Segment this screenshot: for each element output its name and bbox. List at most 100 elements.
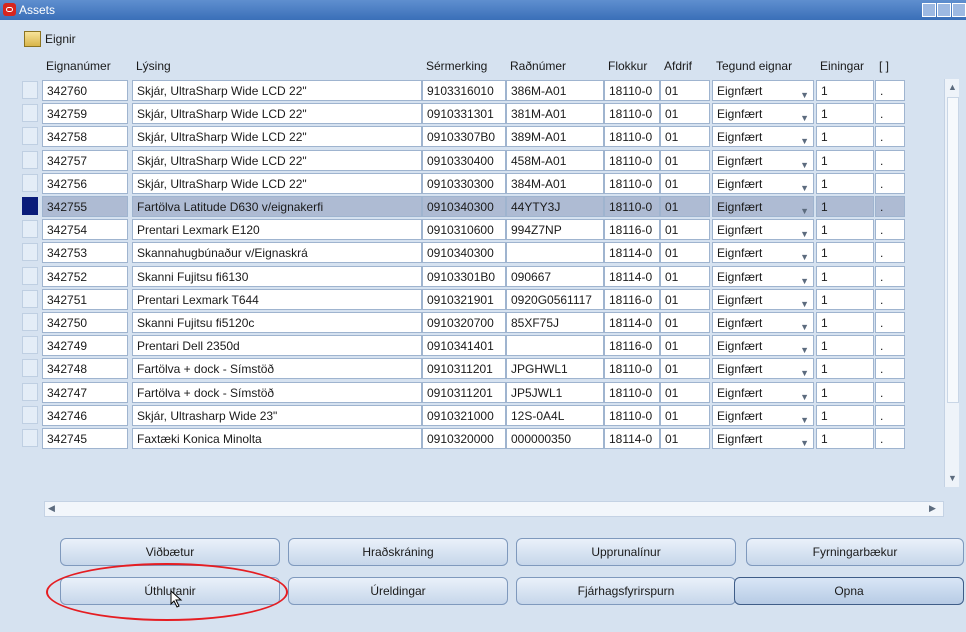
table-row[interactable]: 342747 Fartölva + dock - Símstöð 091031120… <box>22 381 942 404</box>
dropdown-arrow-icon[interactable]: ▼ <box>800 387 809 402</box>
table-row[interactable]: 342746 Skjár, Ultrasharp Wide 23" 09103210… <box>22 404 942 427</box>
quick-entry-button[interactable]: Hraðskráning <box>288 538 508 566</box>
afdrif-cell[interactable]: 01 <box>660 265 710 287</box>
dropdown-arrow-icon[interactable]: ▼ <box>800 108 809 123</box>
description-cell[interactable]: Prentari Dell 2350d <box>132 335 422 357</box>
units-cell[interactable]: 1 <box>816 335 874 357</box>
asset-type-select[interactable]: Eignfært ▼ <box>712 358 814 380</box>
afdrif-cell[interactable]: 01 <box>660 358 710 380</box>
row-selector[interactable] <box>22 197 38 215</box>
description-cell[interactable]: Prentari Lexmark E120 <box>132 219 422 241</box>
folder-icon[interactable] <box>24 31 41 47</box>
row-selector[interactable] <box>22 289 38 308</box>
registration-cell[interactable]: 12S-0A4L <box>506 404 604 426</box>
extra-cell[interactable]: . <box>875 149 905 171</box>
asset-number-cell[interactable]: 342754 <box>42 219 128 241</box>
units-cell[interactable]: 1 <box>816 80 874 101</box>
category-cell[interactable]: 18114-0 <box>604 265 660 287</box>
extra-cell[interactable]: . <box>875 196 905 217</box>
column-header-units[interactable]: Einingar <box>816 55 874 77</box>
asset-type-select[interactable]: Eignfært ▼ <box>712 103 814 125</box>
units-cell[interactable]: 1 <box>816 312 874 333</box>
asset-type-select[interactable]: Eignfært ▼ <box>712 196 814 217</box>
extra-cell[interactable]: . <box>875 404 905 426</box>
source-lines-button[interactable]: Upprunalínur <box>516 538 736 566</box>
extra-cell[interactable]: . <box>875 265 905 287</box>
description-cell[interactable]: Fartölva + dock - Símstöð <box>132 358 422 380</box>
asset-number-cell[interactable]: 342750 <box>42 312 128 333</box>
row-selector[interactable] <box>22 313 38 331</box>
serial-cell[interactable]: 0910321901 <box>422 288 506 310</box>
row-selector[interactable] <box>22 266 38 285</box>
extra-cell[interactable]: . <box>875 103 905 125</box>
row-selector[interactable] <box>22 382 38 401</box>
asset-number-cell[interactable]: 342753 <box>42 242 128 264</box>
units-cell[interactable]: 1 <box>816 428 874 449</box>
serial-cell[interactable]: 0910340300 <box>422 196 506 217</box>
description-cell[interactable]: Skjár, UltraSharp Wide LCD 22" <box>132 126 422 148</box>
description-cell[interactable]: Skjár, UltraSharp Wide LCD 22" <box>132 149 422 171</box>
registration-cell[interactable]: 386M-A01 <box>506 80 604 101</box>
table-row[interactable]: 342760 Skjár, UltraSharp Wide LCD 22" 9103… <box>22 79 942 102</box>
scroll-up-icon[interactable]: ▲ <box>948 82 957 92</box>
afdrif-cell[interactable]: 01 <box>660 219 710 241</box>
extra-cell[interactable]: . <box>875 172 905 194</box>
asset-number-cell[interactable]: 342760 <box>42 80 128 101</box>
serial-cell[interactable]: 0910320700 <box>422 312 506 333</box>
afdrif-cell[interactable]: 01 <box>660 381 710 403</box>
category-cell[interactable]: 18110-0 <box>604 172 660 194</box>
afdrif-cell[interactable]: 01 <box>660 312 710 333</box>
asset-number-cell[interactable]: 342748 <box>42 358 128 380</box>
dropdown-arrow-icon[interactable]: ▼ <box>800 363 809 378</box>
row-selector[interactable] <box>22 243 38 262</box>
description-cell[interactable]: Skjár, UltraSharp Wide LCD 22" <box>132 80 422 101</box>
units-cell[interactable]: 1 <box>816 172 874 194</box>
extra-cell[interactable]: . <box>875 312 905 333</box>
asset-number-cell[interactable]: 342756 <box>42 172 128 194</box>
asset-number-cell[interactable]: 342749 <box>42 335 128 357</box>
table-row[interactable]: 342755 Fartölva Latitude D630 v/eignakerf… <box>22 195 942 218</box>
description-cell[interactable]: Skjár, UltraSharp Wide LCD 22" <box>132 172 422 194</box>
depreciation-books-button[interactable]: Fyrningarbækur <box>746 538 964 566</box>
column-header-category[interactable]: Flokkur <box>604 55 660 77</box>
row-selector[interactable] <box>22 220 38 239</box>
asset-number-cell[interactable]: 342747 <box>42 381 128 403</box>
asset-type-select[interactable]: Eignfært ▼ <box>712 172 814 194</box>
category-cell[interactable]: 18110-0 <box>604 149 660 171</box>
table-row[interactable]: 342757 Skjár, UltraSharp Wide LCD 22" 0910… <box>22 149 942 172</box>
column-header-asset-type[interactable]: Tegund eignar <box>712 55 814 77</box>
asset-type-select[interactable]: Eignfært ▼ <box>712 126 814 148</box>
column-header-description[interactable]: Lýsing <box>132 55 422 77</box>
row-selector[interactable] <box>22 150 38 169</box>
registration-cell[interactable]: 000000350 <box>506 428 604 449</box>
extra-cell[interactable]: . <box>875 335 905 357</box>
column-header-registration[interactable]: Raðnúmer <box>506 55 604 77</box>
asset-type-select[interactable]: Eignfært ▼ <box>712 312 814 333</box>
column-header-afdrif[interactable]: Afdrif <box>660 55 710 77</box>
additions-button[interactable]: Viðbætur <box>60 538 280 566</box>
retirements-button[interactable]: Úreldingar <box>288 577 508 605</box>
asset-type-select[interactable]: Eignfært ▼ <box>712 428 814 449</box>
assignments-button[interactable]: Úthlutanir <box>60 577 280 605</box>
dropdown-arrow-icon[interactable]: ▼ <box>800 294 809 309</box>
registration-cell[interactable]: 090667 <box>506 265 604 287</box>
asset-type-select[interactable]: Eignfært ▼ <box>712 149 814 171</box>
dropdown-arrow-icon[interactable]: ▼ <box>800 85 809 100</box>
registration-cell[interactable]: 384M-A01 <box>506 172 604 194</box>
scroll-thumb[interactable] <box>947 97 959 403</box>
registration-cell[interactable]: 389M-A01 <box>506 126 604 148</box>
table-row[interactable]: 342748 Fartölva + dock - Símstöð 091031120… <box>22 357 942 380</box>
serial-cell[interactable]: 0910311201 <box>422 381 506 403</box>
table-row[interactable]: 342752 Skanni Fujitsu fi6130 09103301B0 090… <box>22 265 942 288</box>
category-cell[interactable]: 18114-0 <box>604 312 660 333</box>
extra-cell[interactable]: . <box>875 381 905 403</box>
category-cell[interactable]: 18110-0 <box>604 103 660 125</box>
extra-cell[interactable]: . <box>875 219 905 241</box>
minimize-icon[interactable] <box>922 3 936 17</box>
category-cell[interactable]: 18110-0 <box>604 358 660 380</box>
registration-cell[interactable]: 994Z7NP <box>506 219 604 241</box>
asset-number-cell[interactable]: 342759 <box>42 103 128 125</box>
asset-number-cell[interactable]: 342757 <box>42 149 128 171</box>
dropdown-arrow-icon[interactable]: ▼ <box>800 433 809 448</box>
row-selector[interactable] <box>22 336 38 355</box>
